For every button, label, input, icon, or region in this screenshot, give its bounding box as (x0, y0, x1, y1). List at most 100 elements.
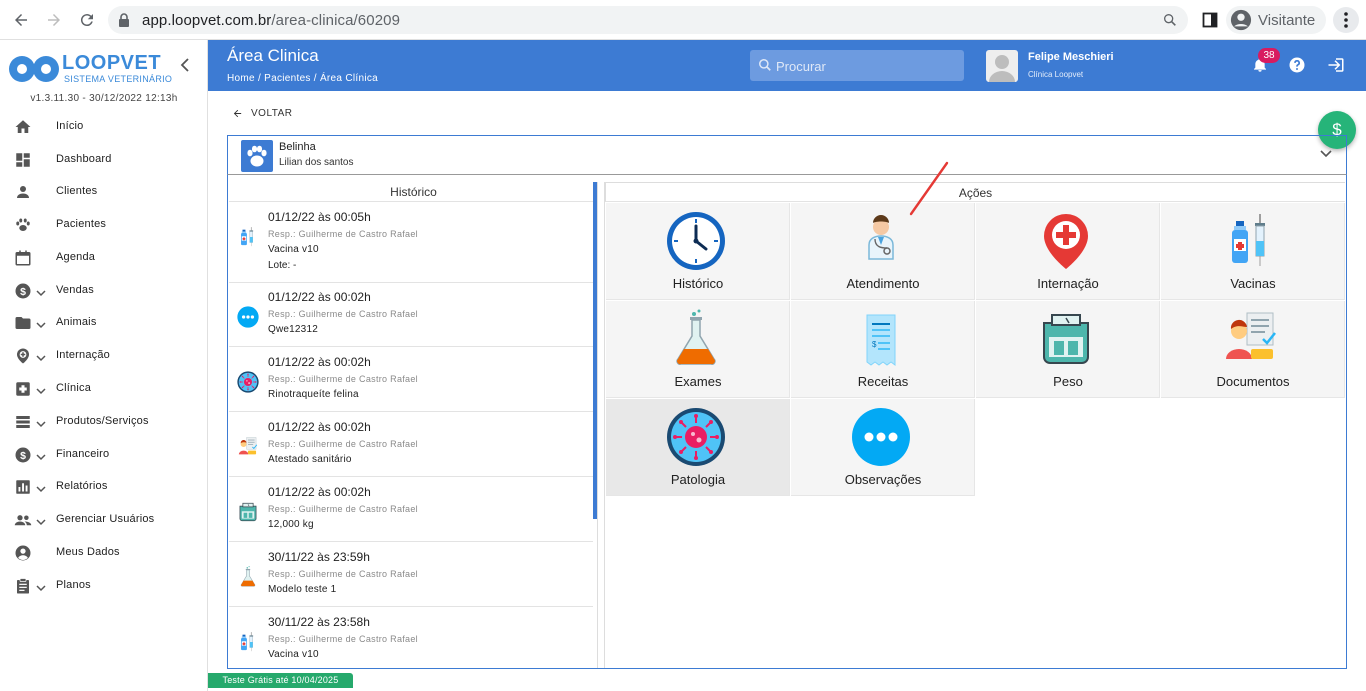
action-tile-receitas[interactable]: $ Receitas (791, 301, 975, 398)
chevron-down-icon (36, 481, 46, 493)
historico-entry[interactable]: 01/12/22 às 00:02h Resp.: Guilherme de Ca… (229, 282, 593, 347)
sidebar-item-animais[interactable]: Animais (0, 309, 208, 337)
action-tile-vacinas[interactable]: Vacinas (1161, 203, 1345, 300)
action-tile-label: Documentos (1216, 374, 1290, 389)
sidebar-item-planos[interactable]: Planos (0, 572, 208, 600)
entry-description: Atestado sanitário (268, 454, 352, 465)
action-tile-patologia[interactable]: Patologia (606, 399, 790, 496)
sidebar-item-label: Clientes (56, 185, 98, 197)
doctor-icon (851, 211, 911, 271)
sidebar-item-label: Início (56, 120, 84, 132)
entry-date: 01/12/22 às 00:05h (268, 210, 371, 224)
vaccine-icon (1221, 211, 1281, 271)
historico-scrollbar[interactable] (593, 182, 597, 519)
action-tile-label: Internação (1037, 276, 1099, 291)
help-icon[interactable] (1288, 56, 1306, 79)
action-tile-histórico[interactable]: Histórico (606, 203, 790, 300)
annotation-arrow (909, 161, 949, 216)
action-tile-observações[interactable]: Observações (791, 399, 975, 496)
sidebar-item-meus-dados[interactable]: Meus Dados (0, 539, 208, 567)
reload-icon[interactable] (75, 8, 99, 32)
back-arrow-icon[interactable] (9, 8, 33, 32)
sidebar: LOOPVET SISTEMA VETERINÁRIO v1.3.11.30 -… (0, 40, 208, 691)
sidebar-item-label: Meus Dados (56, 546, 120, 558)
clock-icon (666, 211, 726, 271)
sidebar-item-clientes[interactable]: Clientes (0, 178, 208, 206)
url-text: app.loopvet.com.br/area-clinica/60209 (142, 12, 401, 29)
acoes-title: Ações (605, 182, 1345, 202)
historico-entry[interactable]: 01/12/22 às 00:02h Resp.: Guilherme de Ca… (229, 477, 593, 542)
sidebar-item-produtos-serviços[interactable]: Produtos/Serviços (0, 408, 208, 436)
action-tile-internação[interactable]: Internação (976, 203, 1160, 300)
arrow-left-icon (233, 109, 242, 118)
entry-description: Vacina v10 (268, 244, 319, 255)
page-title: Área Clinica (227, 46, 319, 65)
sidebar-item-dashboard[interactable]: Dashboard (0, 146, 208, 174)
historico-entry[interactable]: 01/12/22 às 00:05h Resp.: Guilherme de Ca… (229, 202, 593, 283)
search-input[interactable] (776, 56, 956, 76)
clinic-icon (14, 380, 32, 398)
sidebar-item-gerenciar-usuários[interactable]: Gerenciar Usuários (0, 506, 208, 534)
side-panel-icon[interactable] (1198, 8, 1222, 32)
forward-arrow-icon[interactable] (42, 8, 66, 32)
historico-entry[interactable]: 30/11/22 às 23:59h Resp.: Guilherme de Ca… (229, 542, 593, 607)
sidebar-item-internação[interactable]: Internação (0, 342, 208, 370)
action-tile-exames[interactable]: Exames (606, 301, 790, 398)
sidebar-item-financeiro[interactable]: $ Financeiro (0, 441, 208, 469)
entry-date: 01/12/22 às 00:02h (268, 290, 371, 304)
home-icon (14, 118, 32, 136)
sidebar-item-label: Gerenciar Usuários (56, 513, 155, 525)
clipboard-icon (14, 577, 32, 595)
patient-selector[interactable]: Belinha Lilian dos santos (227, 135, 1347, 175)
sidebar-item-label: Animais (56, 316, 97, 328)
patient-owner: Lilian dos santos (279, 157, 354, 168)
logo-subtitle: SISTEMA VETERINÁRIO (64, 74, 173, 84)
scale-icon (1036, 309, 1096, 369)
trial-badge[interactable]: Teste Grátis até 10/04/2025 (208, 673, 353, 688)
collapse-sidebar-icon[interactable] (180, 58, 190, 75)
action-tile-label: Patologia (670, 472, 726, 487)
patient-name: Belinha (279, 141, 316, 153)
breadcrumb[interactable]: Home / Pacientes / Área Clínica (227, 73, 378, 84)
historico-entry[interactable]: 30/11/22 às 23:58h Resp.: Guilherme de Ca… (229, 607, 593, 668)
user-name[interactable]: Felipe Meschieri (1028, 51, 1114, 63)
entry-date: 01/12/22 às 00:02h (268, 420, 371, 434)
sidebar-item-início[interactable]: Início (0, 113, 208, 141)
svg-text:$: $ (872, 340, 877, 349)
entry-description: Qwe12312 (268, 324, 318, 335)
sidebar-item-clínica[interactable]: Clínica (0, 375, 208, 403)
action-tile-peso[interactable]: Peso (976, 301, 1160, 398)
paw-icon (14, 216, 32, 234)
chevron-down-icon (36, 514, 46, 526)
sidebar-item-relatórios[interactable]: Relatórios (0, 473, 208, 501)
address-bar[interactable]: app.loopvet.com.br/area-clinica/60209 (108, 6, 1188, 34)
sidebar-item-label: Produtos/Serviços (56, 415, 149, 427)
logout-icon[interactable] (1327, 56, 1345, 79)
entry-description: Rinotraqueíte felina (268, 389, 359, 400)
action-tile-label: Histórico (672, 276, 724, 291)
historico-entry[interactable]: 01/12/22 às 00:02h Resp.: Guilherme de Ca… (229, 347, 593, 412)
sidebar-item-vendas[interactable]: $ Vendas (0, 277, 208, 305)
user-avatar[interactable] (986, 50, 1018, 82)
entry-responsible: Resp.: Guilherme de Castro Rafael (268, 569, 418, 579)
sidebar-item-label: Pacientes (56, 218, 107, 230)
action-tile-documentos[interactable]: Documentos (1161, 301, 1345, 398)
notification-badge[interactable]: 38 (1258, 48, 1280, 63)
chevron-down-icon[interactable] (1320, 150, 1332, 158)
sidebar-item-pacientes[interactable]: Pacientes (0, 211, 208, 239)
loopvet-logo[interactable]: LOOPVET SISTEMA VETERINÁRIO (8, 52, 188, 86)
browser-profile-button[interactable]: Visitante (1226, 6, 1326, 34)
zoom-icon[interactable] (1162, 12, 1178, 28)
virus-icon (237, 371, 259, 393)
back-button[interactable]: VOLTAR (232, 108, 293, 119)
folder-icon (14, 314, 32, 332)
person-icon (14, 183, 32, 201)
historico-entry[interactable]: 01/12/22 às 00:02h Resp.: Guilherme de Ca… (229, 412, 593, 477)
search-box[interactable] (750, 50, 964, 81)
browser-menu-icon[interactable] (1333, 7, 1359, 33)
chevron-down-icon (36, 580, 46, 592)
entry-date: 01/12/22 às 00:02h (268, 485, 371, 499)
sidebar-item-agenda[interactable]: Agenda (0, 244, 208, 272)
more-icon (237, 306, 259, 328)
more-icon (851, 407, 911, 467)
